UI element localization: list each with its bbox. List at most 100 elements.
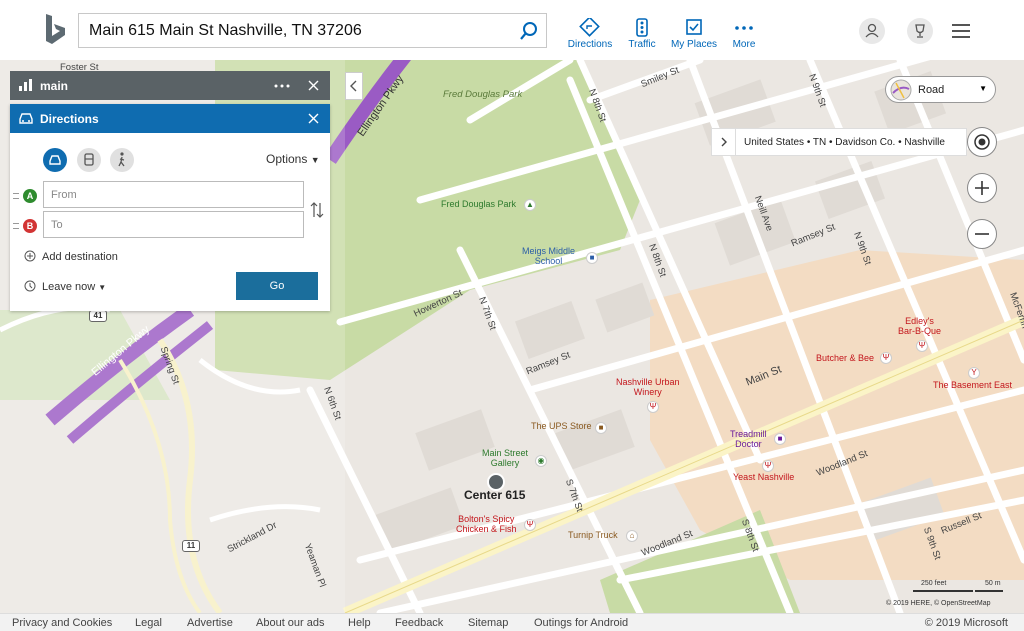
pin-b-icon: B	[23, 219, 37, 233]
bing-logo-icon[interactable]	[44, 14, 66, 46]
bus-icon	[84, 153, 94, 166]
map-style-label: Road	[918, 84, 945, 96]
grocery-icon[interactable]: ⌂	[626, 530, 638, 542]
poi-gallery-label[interactable]: Main Street Gallery	[482, 448, 528, 468]
card-title: main	[40, 79, 69, 93]
mode-walking-button[interactable]	[110, 148, 134, 172]
chart-icon	[19, 79, 32, 91]
collapse-panel-button[interactable]	[345, 72, 363, 100]
search-result-card[interactable]: main	[10, 71, 330, 100]
go-button[interactable]: Go	[236, 272, 318, 300]
restaurant-icon[interactable]: Ψ	[524, 519, 536, 531]
plus-icon	[975, 181, 989, 195]
nav-more-label: More	[732, 39, 756, 50]
tree-icon[interactable]: ▲	[524, 199, 536, 211]
poi-bar-label[interactable]: The Basement East	[933, 380, 1012, 390]
mode-transit-button[interactable]	[77, 148, 101, 172]
footer: Privacy and Cookies Legal Advertise Abou…	[0, 613, 1024, 631]
shop-icon[interactable]: ■	[595, 422, 607, 434]
close-icon[interactable]	[308, 113, 319, 124]
from-field[interactable]: From	[43, 181, 304, 208]
poi-restaurant-label[interactable]: Bolton's Spicy Chicken & Fish	[456, 514, 517, 534]
chevron-right-icon	[721, 137, 727, 147]
chevron-left-icon	[350, 80, 357, 92]
leave-now-label: Leave now	[42, 281, 96, 293]
drag-handle-icon[interactable]	[13, 223, 19, 229]
school-icon[interactable]: ■	[586, 252, 598, 264]
gallery-icon[interactable]: ◉	[535, 455, 547, 467]
car-icon	[49, 155, 61, 165]
account-button[interactable]	[859, 18, 885, 44]
footer-link-sitemap[interactable]: Sitemap	[468, 617, 508, 629]
poi-winery-label[interactable]: Nashville Urban Winery	[616, 377, 680, 397]
route-shield: 41	[89, 310, 107, 322]
scale-feet: 250 feet	[921, 580, 947, 587]
footer-link-legal[interactable]: Legal	[135, 617, 162, 629]
chevron-down-icon: ▼	[310, 155, 320, 165]
poi-restaurant-label[interactable]: Yeast Nashville	[733, 472, 794, 482]
minus-icon	[975, 233, 989, 235]
cocktail-icon[interactable]: Y	[968, 367, 980, 379]
directions-title: Directions	[40, 112, 99, 126]
directions-panel: Directions Options ▼ A From B To Add des…	[10, 104, 330, 311]
close-icon[interactable]	[308, 80, 319, 91]
expand-breadcrumb-button[interactable]	[712, 129, 736, 155]
add-circle-icon[interactable]	[24, 250, 36, 262]
locate-me-button[interactable]	[967, 127, 997, 157]
directions-header: Directions	[10, 104, 330, 133]
footer-link-advertise[interactable]: Advertise	[187, 617, 233, 629]
selected-location-label[interactable]: Center 615	[464, 489, 525, 501]
restaurant-icon[interactable]: Ψ	[762, 460, 774, 472]
poi-restaurant-label[interactable]: Butcher & Bee	[816, 353, 874, 363]
restaurant-icon[interactable]: Ψ	[647, 401, 659, 413]
nav-directions[interactable]: Directions	[560, 18, 620, 50]
road-map-thumbnail-icon	[890, 79, 912, 101]
mode-driving-button[interactable]	[43, 148, 67, 172]
poi-store-label[interactable]: Turnip Truck	[568, 530, 618, 540]
add-destination-link[interactable]: Add destination	[42, 251, 118, 263]
shop-icon[interactable]: ■	[774, 433, 786, 445]
nav-more[interactable]: More	[714, 18, 774, 50]
map-scale: 250 feet 50 m	[885, 580, 1005, 596]
poi-school-label[interactable]: Meigs Middle School	[522, 246, 575, 266]
zoom-out-button[interactable]	[967, 219, 997, 249]
map-style-selector[interactable]: Road ▼	[885, 76, 996, 103]
scale-meters: 50 m	[985, 580, 1001, 587]
breadcrumb-text[interactable]: United States • TN • Davidson Co. • Nash…	[744, 137, 945, 148]
poi-store-label[interactable]: Treadmill Doctor	[730, 429, 767, 449]
hamburger-menu-icon[interactable]	[952, 24, 970, 38]
rewards-button[interactable]	[907, 18, 933, 44]
swap-icon[interactable]	[310, 202, 324, 218]
more-options-icon[interactable]	[274, 83, 290, 89]
footer-copyright: © 2019 Microsoft	[924, 617, 1008, 629]
search-icon[interactable]	[518, 20, 540, 42]
options-dropdown[interactable]: Options ▼	[266, 152, 320, 166]
poi-restaurant-label[interactable]: Edley's Bar-B-Que	[898, 316, 941, 336]
footer-link-android[interactable]: Outings for Android	[534, 617, 628, 629]
pin-a-icon: A	[23, 189, 37, 203]
locate-icon	[974, 134, 990, 150]
drag-handle-icon[interactable]	[13, 193, 19, 199]
trophy-icon	[915, 24, 925, 38]
nav-traffic[interactable]: Traffic	[612, 18, 672, 50]
poi-park-label[interactable]: Fred Douglas Park	[441, 199, 516, 209]
footer-link-feedback[interactable]: Feedback	[395, 617, 443, 629]
park-area-label: Fred Douglas Park	[443, 89, 523, 100]
poi-store-label[interactable]: The UPS Store	[531, 421, 592, 431]
restaurant-icon[interactable]: Ψ	[880, 352, 892, 364]
walking-icon	[118, 152, 125, 167]
route-shield: 11	[182, 540, 200, 552]
leave-now-dropdown[interactable]: Leave now ▼	[42, 281, 106, 293]
footer-link-about-ads[interactable]: About our ads	[256, 617, 325, 629]
footer-link-help[interactable]: Help	[348, 617, 371, 629]
scale-bar-meters	[975, 590, 1003, 592]
location-breadcrumb[interactable]: United States • TN • Davidson Co. • Nash…	[711, 128, 967, 156]
zoom-in-button[interactable]	[967, 173, 997, 203]
footer-link-privacy[interactable]: Privacy and Cookies	[12, 617, 112, 629]
restaurant-icon[interactable]: Ψ	[916, 340, 928, 352]
to-field[interactable]: To	[43, 211, 304, 238]
search-box[interactable]: Main 615 Main St Nashville, TN 37206	[78, 13, 547, 48]
chevron-down-icon: ▼	[979, 84, 987, 93]
map-copyright: © 2019 HERE, © OpenStreetMap	[886, 600, 991, 607]
search-input[interactable]: Main 615 Main St Nashville, TN 37206	[89, 22, 362, 40]
